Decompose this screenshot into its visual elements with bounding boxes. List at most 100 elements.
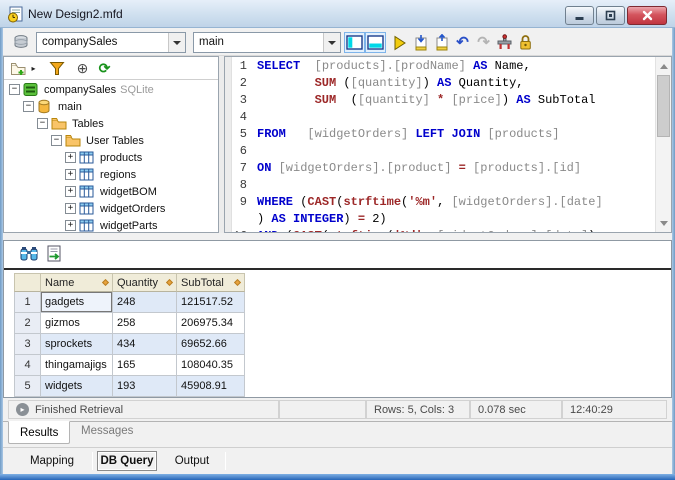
grid-cell[interactable]: 121517.52: [177, 292, 245, 313]
grid-cell[interactable]: 206975.34: [177, 313, 245, 334]
sort-diamond-icon[interactable]: [234, 279, 241, 286]
collapse-icon[interactable]: −: [9, 84, 20, 95]
tree-item-widgetbom[interactable]: + widgetBOM: [4, 183, 218, 200]
document-clock-icon: [7, 6, 24, 23]
row-number-cell[interactable]: 2: [14, 313, 41, 334]
line-number: 3: [233, 92, 257, 109]
undo-button[interactable]: ↶: [452, 32, 473, 53]
tree-item-main[interactable]: −main: [4, 98, 218, 115]
column-header-name[interactable]: Name: [41, 273, 113, 292]
find-button[interactable]: [19, 244, 39, 264]
refresh-button[interactable]: ⟳: [96, 60, 113, 77]
code-line[interactable]: 2 SUM ([quantity]) AS Quantity,: [233, 75, 654, 92]
expand-icon[interactable]: +: [65, 169, 76, 180]
expand-icon[interactable]: +: [65, 186, 76, 197]
chevron-down-icon[interactable]: [168, 33, 185, 52]
grid-cell[interactable]: gadgets: [41, 292, 113, 313]
minimize-button[interactable]: [565, 6, 594, 25]
code-line[interactable]: ) AS INTEGER) = 2): [233, 211, 654, 228]
grid-cell[interactable]: gizmos: [41, 313, 113, 334]
binoculars-icon: [19, 244, 39, 264]
tree-item-regions[interactable]: +regions: [4, 166, 218, 183]
table-icon: [79, 201, 96, 216]
title-bar[interactable]: New Design2.mfd: [0, 0, 675, 28]
tab-results[interactable]: Results: [8, 421, 70, 444]
scrollbar-thumb[interactable]: [657, 75, 670, 137]
expand-icon[interactable]: +: [65, 220, 76, 231]
import-sql-button[interactable]: [410, 32, 431, 53]
tab-output[interactable]: Output: [161, 451, 223, 471]
execute-query-button[interactable]: [389, 32, 410, 53]
code-line[interactable]: 4: [233, 109, 654, 126]
scroll-down-icon[interactable]: [656, 215, 672, 231]
toolbar-grip: [13, 245, 14, 263]
column-header-subtotal[interactable]: SubTotal: [177, 273, 245, 292]
code-line[interactable]: 3 SUM ([quantity] * [price]) AS SubTotal: [233, 92, 654, 109]
add-datasource-button[interactable]: [10, 60, 27, 77]
code-line[interactable]: 1SELECT [products].[prodName] AS Name,: [233, 58, 654, 75]
grid-cell[interactable]: 108040.35: [177, 355, 245, 376]
grid-cell[interactable]: 69652.66: [177, 334, 245, 355]
grid-cell[interactable]: 193: [113, 376, 177, 397]
filter-button[interactable]: [48, 60, 65, 77]
grid-cell[interactable]: thingamajigs: [41, 355, 113, 376]
tree-item-user-tables[interactable]: −User Tables: [4, 132, 218, 149]
chevron-down-icon[interactable]: [323, 33, 340, 52]
tree-item-label: widgetBOM: [100, 186, 157, 198]
close-button[interactable]: [627, 6, 667, 25]
code-line[interactable]: 6: [233, 143, 654, 160]
lock-button[interactable]: [515, 32, 536, 53]
tree-item-widgetorders[interactable]: + widgetOrders: [4, 200, 218, 217]
row-number-cell[interactable]: 4: [14, 355, 41, 376]
collapse-icon[interactable]: −: [37, 118, 48, 129]
editor-scrollbar[interactable]: [655, 57, 671, 232]
grid-cell[interactable]: 434: [113, 334, 177, 355]
locate-object-button[interactable]: ⊕: [74, 60, 91, 77]
query-tools-button[interactable]: [494, 32, 515, 53]
sort-diamond-icon[interactable]: [166, 279, 173, 286]
column-header-quantity[interactable]: Quantity: [113, 273, 177, 292]
redo-button[interactable]: ↷: [473, 32, 494, 53]
layout-left-pane-button[interactable]: [344, 32, 365, 53]
tab-mapping[interactable]: Mapping: [15, 451, 89, 471]
export-sql-button[interactable]: [431, 32, 452, 53]
collapse-icon[interactable]: −: [23, 101, 34, 112]
row-number-cell[interactable]: 3: [14, 334, 41, 355]
expand-icon[interactable]: +: [65, 152, 76, 163]
grid-cell[interactable]: 45908.91: [177, 376, 245, 397]
tree-item-companysales[interactable]: −companySalesSQLite: [4, 81, 218, 98]
grid-cell[interactable]: 248: [113, 292, 177, 313]
sql-code[interactable]: 1SELECT [products].[prodName] AS Name,2 …: [233, 58, 654, 232]
maximize-button[interactable]: [596, 6, 625, 25]
add-datasource-menu-button[interactable]: ▸: [29, 60, 38, 77]
code-line[interactable]: 9WHERE (CAST(strftime('%m', [widgetOrder…: [233, 194, 654, 211]
export-results-button[interactable]: [45, 244, 65, 264]
grid-cell[interactable]: widgets: [41, 376, 113, 397]
data-source-icon: [12, 33, 31, 52]
grid-cell[interactable]: 258: [113, 313, 177, 334]
grid-cell[interactable]: sprockets: [41, 334, 113, 355]
code-line[interactable]: 5FROM [widgetOrders] LEFT JOIN [products…: [233, 126, 654, 143]
layout-bottom-pane-button[interactable]: [365, 32, 386, 53]
expand-icon[interactable]: +: [65, 203, 76, 214]
sql-editor[interactable]: 1SELECT [products].[prodName] AS Name,2 …: [224, 56, 672, 233]
scroll-up-icon[interactable]: [656, 58, 672, 74]
tab-messages[interactable]: Messages: [81, 425, 133, 437]
tree-item-tables[interactable]: −Tables: [4, 115, 218, 132]
code-line[interactable]: 10AND (CAST(strftime('%d', [widgetOrders…: [233, 228, 654, 232]
results-grid: NameQuantitySubTotal 1gadgets248121517.52…: [14, 273, 245, 397]
code-line[interactable]: 7ON [widgetOrders].[product] = [products…: [233, 160, 654, 177]
tab-db-query[interactable]: DB Query: [97, 451, 157, 471]
tree-item-label: widgetOrders: [100, 203, 165, 215]
grid-cell[interactable]: 165: [113, 355, 177, 376]
connection-select[interactable]: companySales: [36, 32, 186, 53]
collapse-icon[interactable]: −: [51, 135, 62, 146]
code-line[interactable]: 8: [233, 177, 654, 194]
tree-item-widgetparts[interactable]: +widgetParts: [4, 217, 218, 232]
row-number-cell[interactable]: 5: [14, 376, 41, 397]
sort-diamond-icon[interactable]: [102, 279, 109, 286]
tree-item-products[interactable]: +products: [4, 149, 218, 166]
row-number-cell[interactable]: 1: [14, 292, 41, 313]
layout-left-pane-icon: [346, 35, 363, 50]
schema-select[interactable]: main: [193, 32, 341, 53]
